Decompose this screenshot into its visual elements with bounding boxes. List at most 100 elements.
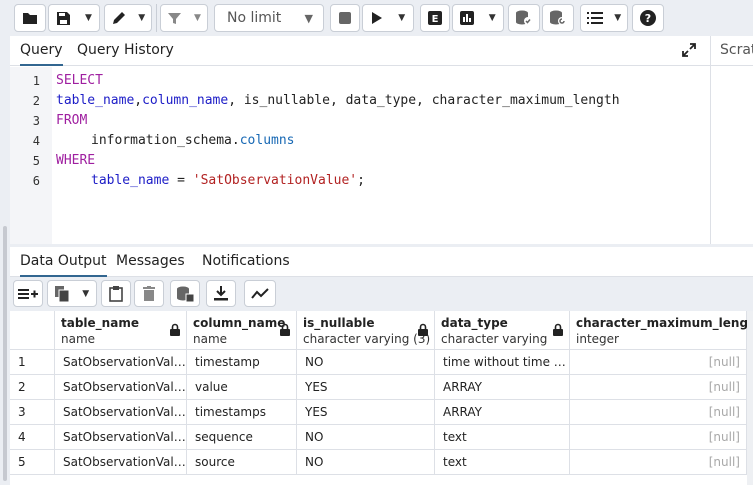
open-file-button[interactable] bbox=[14, 4, 46, 32]
table-cell-null[interactable]: [null] bbox=[570, 350, 747, 375]
lock-icon bbox=[418, 323, 428, 336]
download-button[interactable] bbox=[206, 280, 236, 307]
table-cell[interactable]: NO bbox=[297, 425, 435, 450]
code-line-2: table_name,column_name, is_nullable, dat… bbox=[56, 93, 620, 108]
table-cell-null[interactable]: [null] bbox=[570, 375, 747, 400]
expand-icon[interactable] bbox=[682, 43, 696, 57]
table-cell[interactable]: NO bbox=[297, 350, 435, 375]
sql-text: , is_nullable, data_type, character_maxi… bbox=[228, 93, 620, 108]
execute-button[interactable]: ▼ bbox=[362, 4, 414, 32]
graph-visualiser-button[interactable] bbox=[244, 280, 276, 307]
table-cell[interactable]: SatObservationValue bbox=[55, 350, 187, 375]
table-cell[interactable]: timestamp bbox=[187, 350, 297, 375]
code-line-4: information_schema.columns bbox=[56, 133, 295, 148]
rollback-button[interactable] bbox=[542, 4, 574, 32]
row-number[interactable]: 1 bbox=[10, 350, 55, 375]
table-cell[interactable]: SatObservationValue bbox=[55, 375, 187, 400]
line-number: 6 bbox=[32, 174, 40, 188]
column-header-column-name[interactable]: column_name name bbox=[187, 311, 297, 350]
sql-text: information_schema bbox=[91, 133, 232, 148]
table-cell[interactable]: text bbox=[435, 450, 570, 475]
table-cell[interactable]: value bbox=[187, 375, 297, 400]
column-name: column_name bbox=[193, 316, 286, 330]
column-header-is-nullable[interactable]: is_nullable character varying (3) bbox=[297, 311, 435, 350]
row-number[interactable]: 5 bbox=[10, 450, 55, 475]
table-cell[interactable]: source bbox=[187, 450, 297, 475]
explain-button[interactable]: E bbox=[420, 4, 450, 32]
tab-data-output[interactable]: Data Output bbox=[20, 247, 107, 277]
table-cell[interactable]: SatObservationValue bbox=[55, 400, 187, 425]
chevron-down-icon[interactable]: ▼ bbox=[398, 13, 405, 23]
scratch-pad-title: Scrat bbox=[720, 42, 753, 58]
macros-button[interactable]: ▼ bbox=[580, 4, 628, 32]
table-cell[interactable]: ARRAY bbox=[435, 375, 570, 400]
sql-editor[interactable]: 1 2 3 4 5 6 SELECT table_name,column_nam… bbox=[10, 67, 710, 244]
row-number[interactable]: 2 bbox=[10, 375, 55, 400]
add-row-icon bbox=[18, 288, 38, 299]
column-header-character-maximum-length[interactable]: character_maximum_length integer bbox=[570, 311, 753, 350]
table-cell[interactable]: ARRAY bbox=[435, 400, 570, 425]
filter-button[interactable]: ▼ bbox=[160, 4, 208, 32]
column-type: name bbox=[61, 332, 96, 346]
svg-text:?: ? bbox=[645, 12, 651, 25]
output-tabs: Data Output Messages Notifications bbox=[10, 247, 753, 277]
tab-messages[interactable]: Messages bbox=[116, 247, 185, 277]
line-number: 5 bbox=[32, 154, 40, 168]
chevron-down-icon[interactable]: ▼ bbox=[82, 289, 89, 299]
add-row-button[interactable] bbox=[13, 280, 43, 307]
column-name: character_maximum_length bbox=[576, 316, 753, 330]
chevron-down-icon[interactable]: ▼ bbox=[85, 13, 92, 23]
stop-icon bbox=[339, 12, 351, 24]
table-cell-null[interactable]: [null] bbox=[570, 450, 747, 475]
grid-scrollbar[interactable] bbox=[747, 311, 753, 485]
commit-button[interactable] bbox=[508, 4, 540, 32]
table-cell[interactable]: NO bbox=[297, 450, 435, 475]
tab-notifications[interactable]: Notifications bbox=[202, 247, 290, 277]
table-cell[interactable]: timestamps bbox=[187, 400, 297, 425]
sql-identifier: table_name bbox=[91, 173, 170, 188]
chevron-down-icon[interactable]: ▼ bbox=[614, 13, 621, 23]
copy-button[interactable]: ▼ bbox=[47, 280, 97, 307]
chevron-down-icon[interactable]: ▼ bbox=[194, 13, 201, 23]
table-cell[interactable]: SatObservationValue bbox=[55, 425, 187, 450]
row-limit-select[interactable]: No limit ▼ bbox=[214, 4, 324, 32]
column-header-table-name[interactable]: table_name name bbox=[55, 311, 187, 350]
play-icon bbox=[371, 12, 382, 24]
delete-row-button[interactable] bbox=[134, 280, 164, 307]
paste-button[interactable] bbox=[101, 280, 131, 307]
table-cell[interactable]: YES bbox=[297, 400, 435, 425]
chevron-down-icon: ▼ bbox=[304, 11, 313, 25]
line-number: 1 bbox=[32, 74, 40, 88]
tab-query-history[interactable]: Query History bbox=[77, 36, 174, 66]
stop-button[interactable] bbox=[330, 4, 360, 32]
chevron-down-icon[interactable]: ▼ bbox=[138, 13, 145, 23]
table-cell[interactable]: sequence bbox=[187, 425, 297, 450]
table-cell[interactable]: time without time zone bbox=[435, 350, 570, 375]
table-cell-null[interactable]: [null] bbox=[570, 425, 747, 450]
help-button[interactable]: ? bbox=[632, 4, 664, 32]
tab-query[interactable]: Query bbox=[20, 36, 63, 66]
table-cell[interactable]: SatObservationValue bbox=[55, 450, 187, 475]
table-cell[interactable]: YES bbox=[297, 375, 435, 400]
sql-punct: ; bbox=[357, 173, 365, 188]
save-data-button[interactable] bbox=[170, 280, 200, 307]
toolbar-divider bbox=[156, 4, 157, 32]
download-icon bbox=[214, 286, 228, 301]
save-file-button[interactable]: ▼ bbox=[48, 4, 100, 32]
explain-analyze-button[interactable]: ▼ bbox=[452, 4, 504, 32]
chevron-down-icon[interactable]: ▼ bbox=[489, 13, 496, 23]
column-type: character varying bbox=[441, 332, 548, 346]
main-toolbar: ▼ ▼ ▼ No limit ▼ ▼ E ▼ ▼ ? bbox=[0, 0, 753, 36]
edit-button[interactable]: ▼ bbox=[104, 4, 152, 32]
table-cell[interactable]: text bbox=[435, 425, 570, 450]
row-number[interactable]: 4 bbox=[10, 425, 55, 450]
left-scrollbar[interactable] bbox=[3, 226, 7, 481]
result-grid: table_name name column_name name is_null… bbox=[10, 311, 753, 485]
table-cell-null[interactable]: [null] bbox=[570, 400, 747, 425]
help-icon: ? bbox=[640, 10, 656, 26]
sql-string: 'SatObservationValue' bbox=[192, 173, 358, 188]
row-number[interactable]: 3 bbox=[10, 400, 55, 425]
column-header-data-type[interactable]: data_type character varying bbox=[435, 311, 570, 350]
line-number: 2 bbox=[32, 94, 40, 108]
lock-icon bbox=[280, 323, 290, 336]
